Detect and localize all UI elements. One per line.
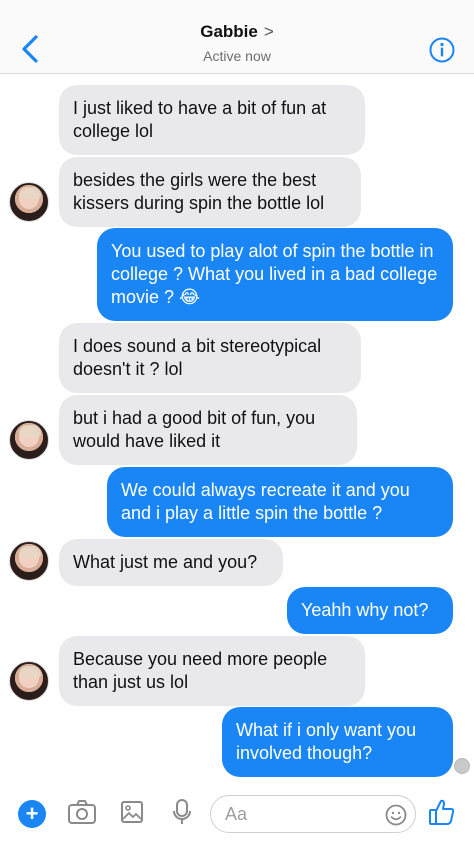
image-icon[interactable] [119,796,145,828]
active-status: Active now [203,48,271,64]
outgoing-message[interactable]: You used to play alot of spin the bottle… [97,228,453,321]
emoji-icon[interactable] [385,804,407,826]
contact-name[interactable]: Gabbie [200,22,258,42]
seen-receipt-avatar [454,758,470,774]
microphone-icon[interactable] [171,796,193,828]
chevron-right-icon: > [263,22,274,41]
contact-avatar[interactable] [9,420,49,460]
message-input[interactable]: Aa [210,795,416,833]
outgoing-message[interactable]: What if i only want you involved though? [222,707,453,777]
contact-avatar[interactable] [9,182,49,222]
incoming-message[interactable]: besides the girls were the best kissers … [59,157,361,227]
outgoing-message[interactable]: We could always recreate it and you and … [107,467,453,537]
chat-header: Gabbie > Active now [0,0,474,74]
incoming-message[interactable]: What just me and you? [59,539,283,586]
incoming-message[interactable]: I just liked to have a bit of fun at col… [59,85,365,155]
outgoing-message[interactable]: Yeahh why not? [287,587,453,634]
contact-avatar[interactable] [9,661,49,701]
info-button[interactable] [429,37,455,63]
contact-title-area[interactable]: Gabbie > Active now [0,22,474,64]
message-composer: + Aa [0,786,474,842]
thumbs-up-icon[interactable] [428,796,456,828]
plus-icon[interactable]: + [18,800,46,828]
incoming-message[interactable]: but i had a good bit of fun, you would h… [59,395,357,465]
incoming-message[interactable]: I does sound a bit stereotypical doesn't… [59,323,361,393]
message-input-placeholder: Aa [225,803,248,824]
contact-avatar[interactable] [9,541,49,581]
incoming-message[interactable]: Because you need more people than just u… [59,636,365,706]
info-icon [429,37,455,63]
camera-icon[interactable] [67,796,97,828]
